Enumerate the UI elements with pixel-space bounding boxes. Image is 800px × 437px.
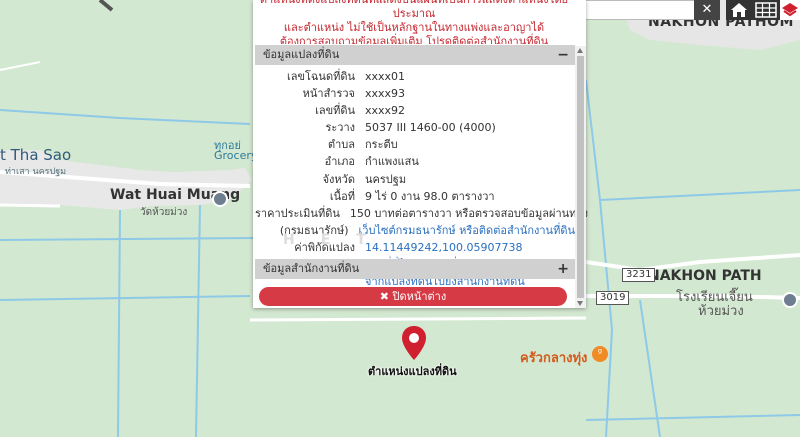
parcel-info-row: เนื้อที่ 9 ไร่ 0 งาน 98.0 ตารางวา [255, 188, 575, 205]
temple-poi-icon[interactable] [212, 191, 228, 207]
location-pin-icon[interactable] [402, 326, 426, 360]
parcel-info-value: xxxx01 [365, 70, 406, 83]
home-button[interactable] [726, 0, 752, 20]
map-label-wat-thai: วัดห้วยม่วง [140, 207, 188, 218]
parcel-info-key: เลขโฉนดที่ดิน [287, 70, 355, 83]
disclaimer-notice: ตำแหน่งที่ตั้งแปลงที่ดินที่แสดงบนแผนที่เ… [253, 0, 575, 44]
parcel-info-key: ราคาประเมินที่ดิน [255, 206, 340, 220]
school-poi-icon[interactable] [782, 292, 798, 308]
parcel-info-row: ระวาง 5037 III 1460-00 (4000) [255, 119, 575, 136]
parcel-info-value: กระตีบ [365, 138, 398, 152]
parcel-info-key: ระวาง [325, 121, 355, 135]
parcel-info-value: 150 บาทต่อตารางวา หรือตรวจสอบข้อมูลผ่านท… [349, 206, 588, 220]
parcel-info-row: จังหวัด นครปฐม [255, 171, 575, 188]
grid-icon [755, 2, 777, 18]
notice-line-2: และตำแหน่ง ไม่ใช้เป็นหลักฐานในทางแพ่งและ… [283, 21, 545, 34]
parcel-info-table: เลขโฉนดที่ดิน xxxx01 หน้าสำรวจ xxxx93 เลขที่… [255, 68, 588, 290]
scroll-up-arrow-icon[interactable] [577, 48, 583, 53]
parcel-info-key: เนื้อที่ [329, 189, 355, 203]
map-label-school-2: ห้วยม่วง [698, 304, 744, 319]
home-icon [731, 3, 747, 17]
parcel-info-value: 9 ไร่ 0 งาน 98.0 ตารางวา [365, 189, 495, 203]
parcel-info-title: ข้อมูลแปลงที่ดิน [263, 48, 340, 61]
layers-button[interactable] [780, 0, 800, 20]
parcel-info-row: เลขโฉนดที่ดิน xxxx01 [255, 68, 575, 85]
search-clear-button[interactable]: ✕ [694, 0, 720, 20]
parcel-info-key: ตำบล [327, 138, 355, 152]
parcel-info-header[interactable]: ข้อมูลแปลงที่ดิน − [255, 45, 575, 65]
parcel-info-value: 5037 III 1460-00 (4000) [365, 121, 496, 135]
map-label-town-thai: ท่าเสา นครปฐม [5, 167, 67, 177]
layers-icon [782, 3, 798, 17]
parcel-info-row: ราคาประเมินที่ดิน 150 บาทต่อตารางวา หรือต… [255, 205, 588, 222]
expand-icon[interactable]: + [557, 259, 569, 279]
scrollbar-thumb[interactable] [577, 56, 584, 298]
map-label-tha-sao: t Tha Sao [0, 146, 72, 164]
parcel-info-row: เลขที่ดิน xxxx92 [255, 102, 575, 119]
parcel-info-row: อำเภอ กำแพงแสน [255, 153, 575, 170]
parcel-info-link[interactable]: 14.11449242,100.05907738 [361, 239, 575, 256]
restaurant-poi-icon[interactable]: ᵍ [592, 346, 608, 362]
parcel-info-row: ตำบล กระตีบ [255, 136, 575, 153]
parcel-info-key: เลขที่ดิน [315, 104, 355, 118]
land-office-title: ข้อมูลสำนักงานที่ดิน [263, 262, 360, 275]
land-parcel-popup: ตำแหน่งที่ตั้งแปลงที่ดินที่แสดงบนแผนที่เ… [253, 0, 588, 308]
marker-label: ตำแหน่งแปลงที่ดิน [368, 365, 457, 378]
parcel-info-value: กำแพงแสน [365, 155, 419, 169]
parcel-info-value: xxxx93 [365, 87, 406, 101]
close-icon: ✕ [701, 2, 713, 17]
land-office-header[interactable]: ข้อมูลสำนักงานที่ดิน + [255, 259, 575, 279]
parcel-info-key: หน้าสำรวจ [302, 87, 355, 101]
collapse-icon[interactable]: − [557, 45, 569, 65]
parcel-info-value: xxxx92 [365, 104, 406, 118]
route-shield-3019: 3019 [596, 291, 630, 305]
notice-line-3: ต้องการสอบถามข้อมูลเพิ่มเติม โปรดติดต่อส… [279, 35, 549, 44]
close-window-button[interactable]: ✖ ปิดหน้าต่าง [259, 287, 567, 306]
parcel-info-value: นครปฐม [365, 172, 407, 186]
map-label-restaurant: ครัวกลางทุ่ง [520, 351, 588, 366]
watermark: HET [283, 232, 392, 248]
route-shield-3231: 3231 [622, 268, 656, 282]
grid-button[interactable] [752, 0, 780, 20]
scroll-down-arrow-icon[interactable] [577, 301, 583, 306]
parcel-info-key: จังหวัด [322, 172, 355, 186]
map-label-nakhon-path: NAKHON PATH [648, 268, 762, 284]
parcel-info-row: หน้าสำรวจ xxxx93 [255, 85, 575, 102]
parcel-info-key: อำเภอ [324, 155, 355, 169]
notice-line-1: ตำแหน่งที่ตั้งแปลงที่ดินที่แสดงบนแผนที่เ… [260, 0, 568, 20]
popup-scrollbar[interactable] [575, 46, 586, 308]
